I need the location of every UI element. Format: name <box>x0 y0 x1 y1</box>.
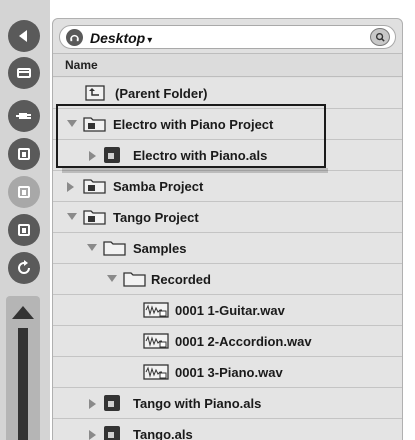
list-item[interactable]: Tango with Piano.als <box>53 388 402 419</box>
project-folder-icon <box>83 208 107 231</box>
item-label: Samba Project <box>113 179 204 194</box>
folder-icon <box>123 270 147 293</box>
scroll-up-icon[interactable] <box>12 306 34 319</box>
list-item[interactable]: 0001 1-Guitar.wav <box>53 295 402 326</box>
expand-triangle-icon[interactable] <box>89 430 96 440</box>
item-label: 0001 3-Piano.wav <box>175 365 283 380</box>
item-label: 0001 1-Guitar.wav <box>175 303 285 318</box>
scrollbar[interactable] <box>6 296 40 440</box>
item-label: Tango Project <box>113 210 199 225</box>
highlight-frame <box>56 104 326 168</box>
scroll-thumb[interactable] <box>18 328 28 440</box>
place-2-icon[interactable] <box>8 176 40 208</box>
column-header-name[interactable]: Name <box>53 53 402 77</box>
list-item[interactable]: Tango Project <box>53 202 402 233</box>
expand-triangle-icon[interactable] <box>87 244 97 251</box>
column-header-label: Name <box>65 58 98 72</box>
location-name: Desktop <box>90 30 146 46</box>
item-label: (Parent Folder) <box>115 86 208 101</box>
item-label: Tango with Piano.als <box>133 396 262 411</box>
item-label: Samples <box>133 241 187 256</box>
list-item[interactable]: 0001 2-Accordion.wav <box>53 326 402 357</box>
audio-file-icon <box>143 301 169 324</box>
live-set-icon <box>103 425 121 440</box>
live-set-icon <box>103 394 121 417</box>
list-item[interactable]: Recorded <box>53 264 402 295</box>
expand-triangle-icon[interactable] <box>67 182 74 192</box>
headphones-icon <box>66 29 83 46</box>
browser-icon[interactable] <box>8 57 40 89</box>
item-label: Recorded <box>151 272 211 287</box>
item-label: Tango.als <box>133 427 193 440</box>
search-icon[interactable] <box>370 28 390 46</box>
dropdown-caret-icon: ▾ <box>147 35 153 46</box>
list-item[interactable]: Tango.als <box>53 419 402 440</box>
place-1-icon[interactable] <box>8 138 40 170</box>
folder-icon <box>103 239 127 262</box>
highlight-shadow <box>62 168 328 173</box>
expand-triangle-icon[interactable] <box>67 213 77 220</box>
item-label: 0001 2-Accordion.wav <box>175 334 312 349</box>
list-item[interactable]: Samba Project <box>53 171 402 202</box>
icon-strip <box>0 0 50 440</box>
list-item[interactable]: 0001 3-Piano.wav <box>53 357 402 388</box>
audio-file-icon <box>143 332 169 355</box>
plugin-icon[interactable] <box>8 100 40 132</box>
location-label[interactable]: Desktop ▾ <box>90 28 152 51</box>
audio-file-icon <box>143 363 169 386</box>
location-bar[interactable]: Desktop ▾ <box>59 25 396 49</box>
place-3-icon[interactable] <box>8 214 40 246</box>
expand-triangle-icon[interactable] <box>89 399 96 409</box>
refresh-icon[interactable] <box>8 252 40 284</box>
expand-triangle-icon[interactable] <box>107 275 117 282</box>
project-folder-icon <box>83 177 107 200</box>
back-icon[interactable] <box>8 20 40 52</box>
ableton-browser: Desktop ▾ Name (Parent Folder) Electro w… <box>0 0 415 440</box>
list-item[interactable]: Samples <box>53 233 402 264</box>
browser-panel: Desktop ▾ Name (Parent Folder) Electro w… <box>52 18 403 440</box>
